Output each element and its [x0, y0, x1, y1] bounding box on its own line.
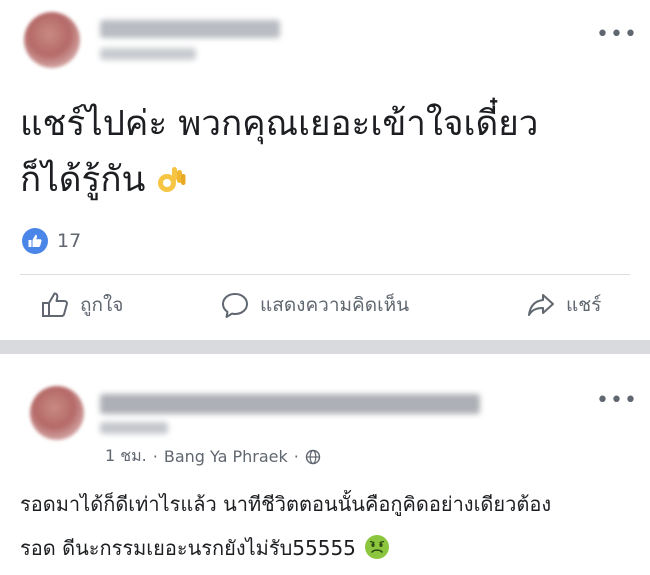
ok-hand-emoji-icon [155, 156, 187, 192]
post-text-line-1: แชร์ไปค่ะ พวกคุณเยอะเข้าใจเดี๋ยว [20, 104, 539, 144]
comment-label: แสดงความคิดเห็น [260, 294, 410, 316]
like-button[interactable]: ถูกใจ [40, 290, 123, 320]
like-reaction-icon [22, 228, 48, 254]
post-more-options-icon[interactable]: ••• [596, 24, 638, 46]
meta-separator-2: · [293, 447, 299, 466]
reaction-count: 17 [57, 230, 82, 252]
like-label: ถูกใจ [80, 294, 124, 316]
author-name-blurred[interactable] [100, 20, 280, 38]
post-time-blurred [100, 48, 196, 60]
post-time[interactable]: 1 ชม. [105, 444, 147, 469]
post-card: ••• แชร์ไปค่ะ พวกคุณเยอะเข้าใจเดี๋ยว ก็ไ… [0, 0, 650, 340]
meta-separator: · [152, 447, 158, 466]
second-post-text-line-2: รอด ดีนะกรรมเยอะนรกยังไม่รับ55555 [20, 536, 356, 560]
post-divider [20, 274, 630, 275]
second-post-text: รอดมาได้ก็ดีเท่าไรแล้ว นาทีชีวิตตอนนั้นค… [20, 482, 640, 570]
comment-button[interactable]: แสดงความคิดเห็น [220, 290, 409, 320]
post-text-line-2: ก็ได้รู้กัน [20, 160, 146, 200]
reaction-summary[interactable]: 17 [22, 228, 81, 254]
post-text: แชร์ไปค่ะ พวกคุณเยอะเข้าใจเดี๋ยว ก็ได้รู… [20, 96, 630, 208]
share-arrow-icon [528, 294, 554, 316]
share-label: แชร์ [566, 294, 602, 316]
author-avatar[interactable] [24, 12, 80, 68]
post-meta: 1 ชม. · Bang Ya Phraek · [105, 444, 321, 469]
post-separator [0, 340, 650, 354]
comment-bubble-icon [222, 293, 248, 318]
commenter-subline-blurred [100, 422, 168, 434]
nauseated-face-emoji-icon [364, 531, 390, 559]
comment-more-options-icon[interactable]: ••• [596, 390, 638, 412]
post-location[interactable]: Bang Ya Phraek [164, 447, 288, 466]
thumbs-up-icon [42, 292, 68, 317]
share-button[interactable]: แชร์ [526, 290, 601, 320]
commenter-name-blurred[interactable] [100, 394, 480, 414]
globe-icon[interactable] [305, 449, 321, 465]
commenter-avatar[interactable] [30, 386, 84, 440]
second-post-text-line-1: รอดมาได้ก็ดีเท่าไรแล้ว นาทีชีวิตตอนนั้นค… [20, 492, 552, 516]
